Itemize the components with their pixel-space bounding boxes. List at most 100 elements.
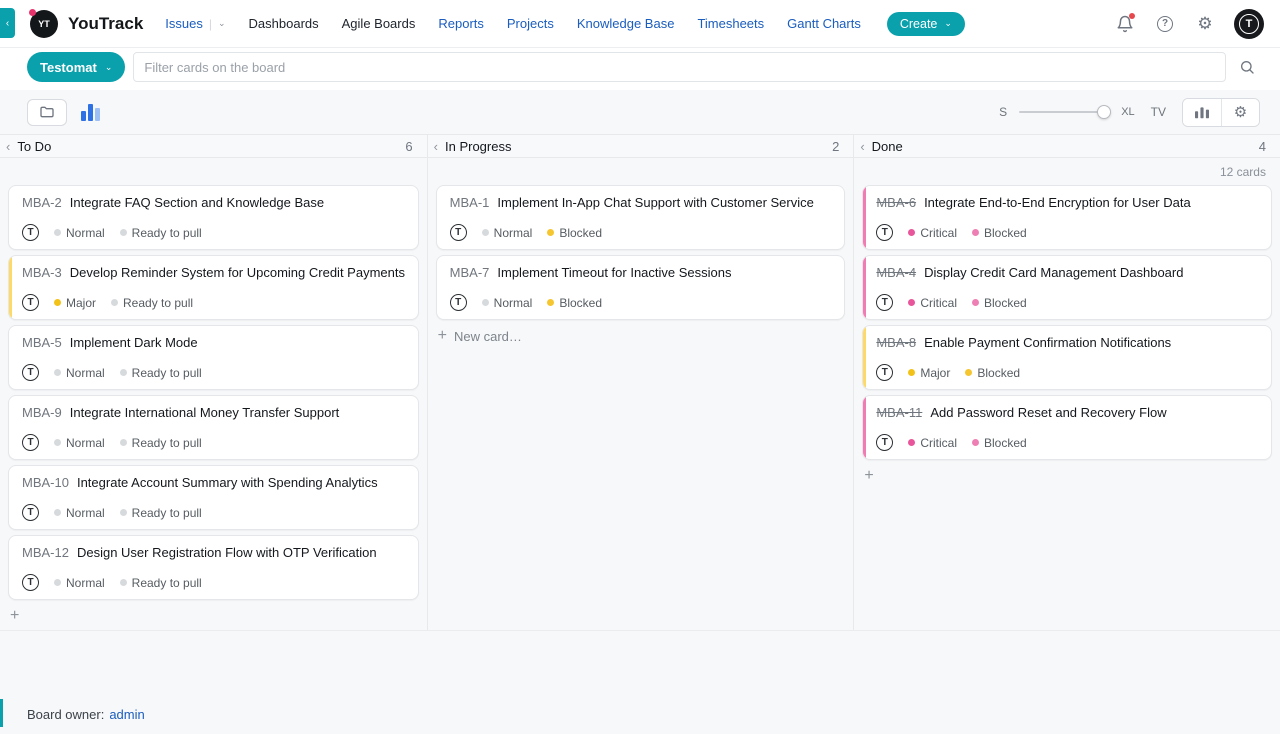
card-mba-5[interactable]: MBA-5Implement Dark ModeTNormalReady to … xyxy=(8,325,419,390)
card-top: MBA-4Display Credit Card Management Dash… xyxy=(876,265,1259,281)
card-id[interactable]: MBA-12 xyxy=(22,545,69,560)
sidebar-toggle[interactable]: ‹ xyxy=(0,8,15,38)
card-mba-2[interactable]: MBA-2Integrate FAQ Section and Knowledge… xyxy=(8,185,419,250)
collapse-swimlanes-button[interactable] xyxy=(27,99,67,126)
nav-item-projects[interactable]: Projects xyxy=(507,16,554,31)
burndown-chart-button[interactable] xyxy=(1183,99,1221,126)
youtrack-logo[interactable]: YT xyxy=(30,10,58,38)
field-color-dot xyxy=(972,439,979,446)
priority-field: Normal xyxy=(54,576,105,590)
card-id[interactable]: MBA-8 xyxy=(876,335,916,350)
card-id[interactable]: MBA-6 xyxy=(876,195,916,210)
slider-knob[interactable] xyxy=(1097,105,1111,119)
filter-input[interactable] xyxy=(133,52,1226,82)
assignee-avatar[interactable]: T xyxy=(450,294,467,311)
nav-item-knowledge-base[interactable]: Knowledge Base xyxy=(577,16,675,31)
search-button[interactable] xyxy=(1234,54,1260,80)
field-color-dot xyxy=(54,229,61,236)
assignee-avatar[interactable]: T xyxy=(876,294,893,311)
card-mba-7[interactable]: MBA-7Implement Timeout for Inactive Sess… xyxy=(436,255,846,320)
nav-item-reports[interactable]: Reports xyxy=(438,16,484,31)
card-mba-10[interactable]: MBA-10 Integrate Account Summary with Spe… xyxy=(8,465,419,530)
notifications-button[interactable] xyxy=(1114,13,1136,35)
chevron-down-icon: ⌄ xyxy=(105,62,113,73)
card-id[interactable]: MBA-10 xyxy=(22,475,69,490)
board-selector-button[interactable]: Testomat ⌄ xyxy=(27,52,125,82)
field-color-dot xyxy=(908,439,915,446)
brand-title[interactable]: YouTrack xyxy=(68,14,143,34)
card-id[interactable]: MBA-3 xyxy=(22,265,62,280)
card-id[interactable]: MBA-11 xyxy=(876,405,922,420)
board-settings-button[interactable]: ⚙ xyxy=(1221,99,1259,126)
field-color-dot xyxy=(54,579,61,586)
card-id[interactable]: MBA-5 xyxy=(22,335,62,350)
notification-dot xyxy=(1129,13,1135,19)
help-button[interactable]: ? xyxy=(1154,13,1176,35)
slider-track[interactable] xyxy=(1019,111,1109,113)
assignee-avatar[interactable]: T xyxy=(22,574,39,591)
assignee-avatar[interactable]: T xyxy=(22,224,39,241)
card-mba-12[interactable]: MBA-12Design User Registration Flow with… xyxy=(8,535,419,600)
card-id[interactable]: MBA-1 xyxy=(450,195,490,210)
assignee-avatar[interactable]: T xyxy=(22,504,39,521)
create-button[interactable]: Create ⌄ xyxy=(887,12,965,36)
profile-avatar[interactable]: T xyxy=(1234,9,1264,39)
assignee-avatar[interactable]: T xyxy=(22,364,39,381)
card-size-slider[interactable] xyxy=(1019,105,1109,119)
new-card-button[interactable]: + xyxy=(854,468,1280,484)
card-size-min-label: S xyxy=(999,105,1007,119)
nav-item-gantt-charts[interactable]: Gantt Charts xyxy=(787,16,861,31)
card-mba-9[interactable]: MBA-9Integrate International Money Trans… xyxy=(8,395,419,460)
column-title: In Progress xyxy=(445,139,511,154)
card-mba-8[interactable]: MBA-8Enable Payment Confirmation Notific… xyxy=(862,325,1272,390)
card-id[interactable]: MBA-7 xyxy=(450,265,490,280)
card-footer: T Normal Ready to pull xyxy=(22,574,406,591)
assignee-avatar[interactable]: T xyxy=(450,224,467,241)
card-footer: TNormalBlocked xyxy=(450,294,833,311)
card-mba-11[interactable]: MBA-11Add Password Reset and Recovery Fl… xyxy=(862,395,1272,460)
assignee-avatar[interactable]: T xyxy=(22,294,39,311)
card-id[interactable]: MBA-9 xyxy=(22,405,62,420)
card-title: Integrate Account Summary with Spending … xyxy=(77,475,378,490)
field-label: Ready to pull xyxy=(132,436,202,450)
chart-view-toggle[interactable] xyxy=(81,103,100,121)
assignee-avatar[interactable]: T xyxy=(876,364,893,381)
tag-field: Ready to pull xyxy=(120,576,202,590)
board-view-controls: ⚙ xyxy=(1182,98,1260,127)
settings-button[interactable]: ⚙ xyxy=(1194,13,1216,35)
column-count: 4 xyxy=(1259,139,1266,154)
nav-item-issues[interactable]: Issues|⌄ xyxy=(165,16,225,31)
nav-item-agile-boards[interactable]: Agile Boards xyxy=(342,16,416,31)
board-owner-link[interactable]: admin xyxy=(109,707,144,722)
column-meta xyxy=(0,158,427,185)
collapse-column-icon[interactable]: ‹ xyxy=(434,139,438,154)
collapse-column-icon[interactable]: ‹ xyxy=(6,139,10,154)
card-mba-4[interactable]: MBA-4Display Credit Card Management Dash… xyxy=(862,255,1272,320)
assignee-avatar[interactable]: T xyxy=(876,224,893,241)
card-id[interactable]: MBA-2 xyxy=(22,195,62,210)
sidebar-handle-bottom[interactable] xyxy=(0,699,3,727)
card-mba-6[interactable]: MBA-6Integrate End-to-End Encryption for… xyxy=(862,185,1272,250)
column-done: ‹Done412 cardsMBA-6Integrate End-to-End … xyxy=(853,134,1280,630)
tv-mode-button[interactable]: TV xyxy=(1151,105,1166,119)
chevron-down-icon: ⌄ xyxy=(944,18,952,29)
nav-label: Projects xyxy=(507,16,554,31)
chevron-down-icon[interactable]: ⌄ xyxy=(218,18,226,29)
field-color-dot xyxy=(972,229,979,236)
nav-item-dashboards[interactable]: Dashboards xyxy=(249,16,319,31)
card-mba-1[interactable]: MBA-1Implement In-App Chat Support with … xyxy=(436,185,846,250)
field-label: Blocked xyxy=(984,226,1027,240)
assignee-avatar[interactable]: T xyxy=(22,434,39,451)
gear-icon: ⚙ xyxy=(1197,15,1212,32)
assignee-avatar[interactable]: T xyxy=(876,434,893,451)
card-id[interactable]: MBA-4 xyxy=(876,265,916,280)
collapse-column-icon[interactable]: ‹ xyxy=(860,139,864,154)
nav-item-timesheets[interactable]: Timesheets xyxy=(697,16,764,31)
field-label: Blocked xyxy=(984,296,1027,310)
new-card-button[interactable]: + xyxy=(0,608,427,624)
card-mba-3[interactable]: MBA-3Develop Reminder System for Upcomin… xyxy=(8,255,419,320)
priority-stripe xyxy=(9,256,12,319)
card-footer: TNormalReady to pull xyxy=(22,224,406,241)
new-card-button[interactable]: +New card… xyxy=(428,328,854,344)
field-color-dot xyxy=(547,299,554,306)
